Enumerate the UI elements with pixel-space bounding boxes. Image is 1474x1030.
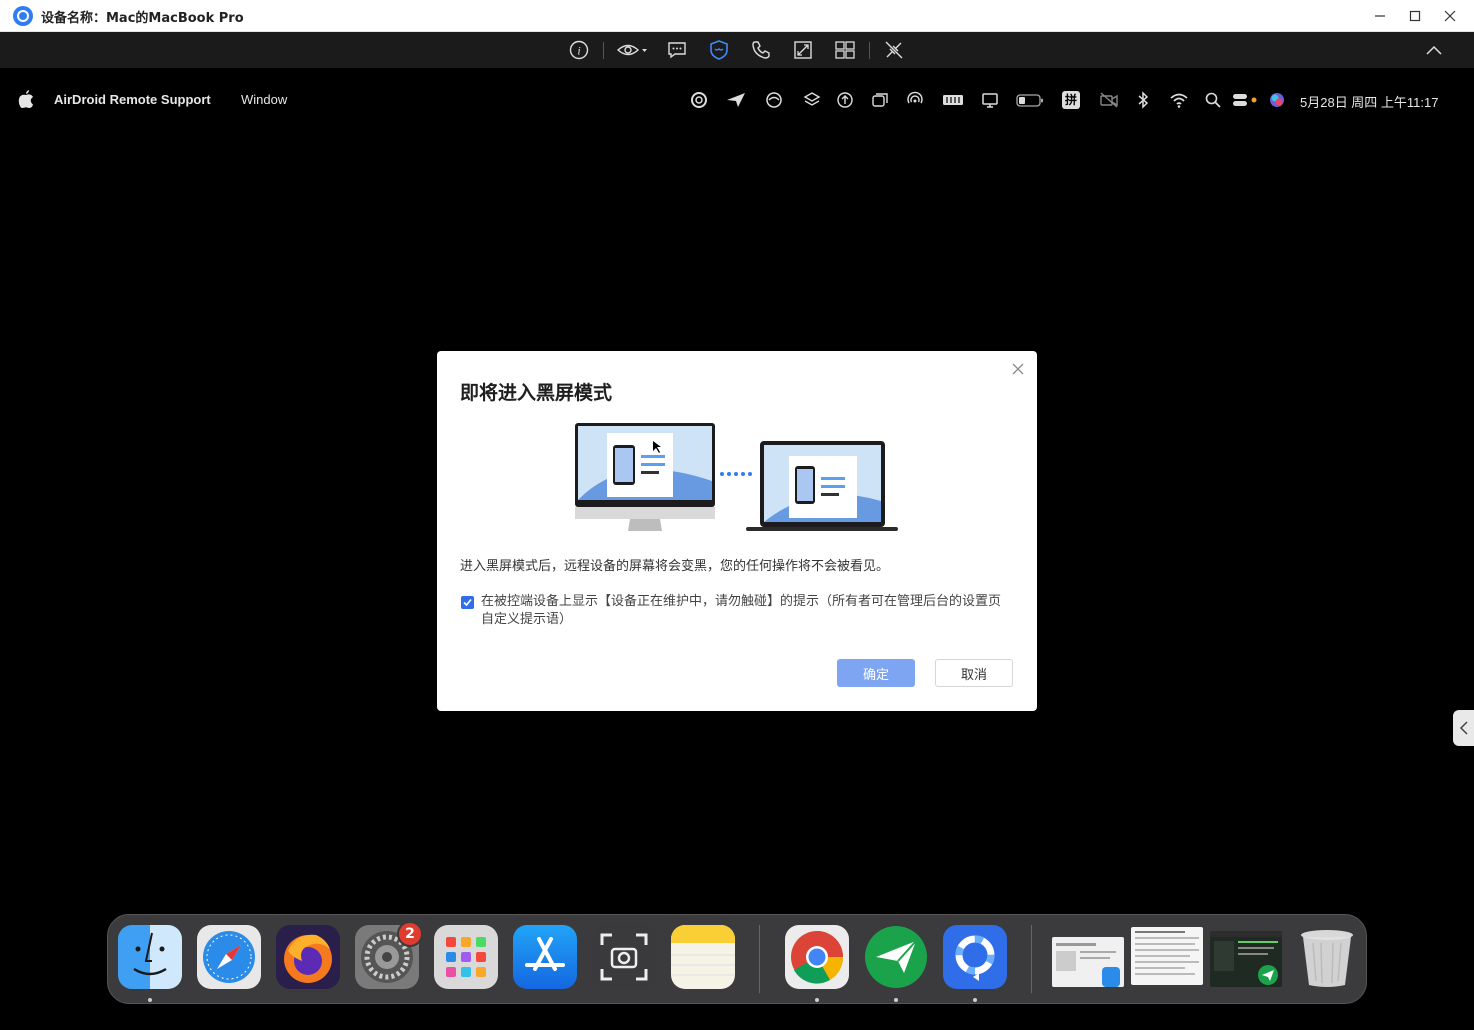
collapse-icon[interactable] <box>1422 38 1446 62</box>
toolbar-divider <box>869 42 870 59</box>
running-indicator <box>973 998 977 1002</box>
search-icon[interactable] <box>1204 91 1222 109</box>
close-icon <box>1012 363 1024 375</box>
dialog-description: 进入黑屏模式后，远程设备的屏幕将会变黑，您的任何操作将不会被看见。 <box>460 559 890 574</box>
upload-circle-icon[interactable] <box>836 91 854 109</box>
minimize-icon <box>1375 15 1385 17</box>
chat-icon[interactable] <box>665 38 689 62</box>
remote-toolbar: i <box>0 32 1474 68</box>
close-button[interactable] <box>1432 0 1468 32</box>
siri-icon[interactable] <box>1268 91 1286 109</box>
send-icon[interactable] <box>726 91 746 109</box>
phone-icon[interactable] <box>749 38 773 62</box>
firefox-icon[interactable] <box>276 925 340 989</box>
bluetooth-icon[interactable] <box>1134 91 1152 109</box>
window-thumbnail-3[interactable] <box>1210 931 1282 987</box>
control-center-icon[interactable] <box>1232 91 1260 109</box>
apple-icon[interactable] <box>18 89 34 109</box>
mac-dock: 2 <box>107 914 1367 1004</box>
running-indicator <box>894 998 898 1002</box>
launchpad-icon[interactable] <box>434 925 498 989</box>
chrome-icon[interactable] <box>785 925 849 989</box>
svg-text:i: i <box>577 44 580 58</box>
airdrop-icon[interactable] <box>906 91 924 109</box>
window-thumbnail-2[interactable] <box>1131 927 1203 985</box>
app-logo-icon <box>13 6 33 26</box>
trash-icon[interactable] <box>1295 925 1359 989</box>
cancel-button[interactable]: 取消 <box>935 659 1013 687</box>
app-store-icon[interactable] <box>513 925 577 989</box>
windows-stack-icon[interactable] <box>871 91 889 109</box>
settings-notification-badge: 2 <box>397 921 423 947</box>
confirm-button[interactable]: 确定 <box>837 659 915 687</box>
black-screen-illustration <box>575 423 898 531</box>
notes-icon[interactable] <box>671 925 735 989</box>
chevron-left-icon <box>1459 721 1468 735</box>
menubar-app-name[interactable]: AirDroid Remote Support <box>54 92 211 107</box>
dock-divider <box>1031 925 1032 993</box>
running-indicator <box>815 998 819 1002</box>
close-icon <box>1444 10 1456 22</box>
display-icon[interactable] <box>981 91 999 109</box>
finder-icon[interactable] <box>118 925 182 989</box>
input-method-icon[interactable]: 拼 <box>1062 91 1080 109</box>
layers-icon[interactable] <box>803 91 821 109</box>
checkmark-icon <box>463 598 472 607</box>
disconnect-icon[interactable] <box>882 38 906 62</box>
safari-icon[interactable] <box>197 925 261 989</box>
camera-off-icon[interactable] <box>1099 91 1119 109</box>
show-maintenance-label[interactable]: 在被控端设备上显示【设备正在维护中，请勿触碰】的提示（所有者可在管理后台的设置页… <box>481 593 1011 629</box>
wifi-icon[interactable] <box>1169 91 1189 109</box>
keys-icon[interactable] <box>833 38 857 62</box>
battery-icon <box>1016 94 1043 107</box>
black-screen-dialog: 即将进入黑屏模式 进入黑屏模式后，远程设备的屏幕将会变黑，您的任何操作将不会被看 <box>437 351 1037 711</box>
toolbar-divider <box>603 42 604 59</box>
black-screen-icon[interactable] <box>707 38 731 62</box>
window-titlebar: 设备名称：Mac的MacBook Pro <box>0 0 1474 32</box>
window-thumbnail-1[interactable] <box>1052 937 1124 987</box>
lifebuoy-icon[interactable] <box>690 91 708 109</box>
menubar-window-menu[interactable]: Window <box>241 92 287 107</box>
airdroid-remote-support-icon[interactable] <box>943 925 1007 989</box>
dialog-title: 即将进入黑屏模式 <box>460 382 613 404</box>
dock-divider <box>759 925 760 993</box>
show-maintenance-checkbox[interactable] <box>461 596 474 609</box>
side-panel-toggle[interactable] <box>1453 710 1474 746</box>
cloud-sync-icon[interactable] <box>764 91 786 109</box>
maximize-icon <box>1409 10 1421 22</box>
info-icon[interactable]: i <box>567 38 591 62</box>
running-indicator <box>148 998 152 1002</box>
minimize-button[interactable] <box>1362 0 1398 32</box>
eye-icon[interactable] <box>616 38 648 62</box>
window-title: 设备名称：Mac的MacBook Pro <box>41 11 244 26</box>
memory-icon[interactable] <box>942 91 964 109</box>
dialog-close-button[interactable] <box>1010 362 1026 378</box>
menubar-clock[interactable]: 5月28日 周四 上午11:17 <box>1300 92 1438 111</box>
airdroid-icon[interactable] <box>864 925 928 989</box>
maximize-button[interactable] <box>1397 0 1433 32</box>
mac-menubar: AirDroid Remote Support Window 拼 5月28日 周… <box>0 86 1474 114</box>
screenshot-icon[interactable] <box>592 925 656 989</box>
fit-screen-icon[interactable] <box>791 38 815 62</box>
